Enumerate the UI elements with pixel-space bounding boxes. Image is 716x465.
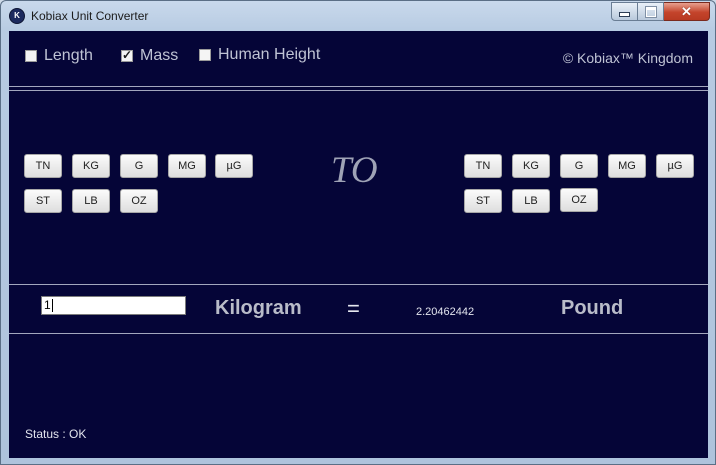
close-icon: ✕ (681, 4, 692, 19)
converter-panel: Length Mass Human Height © Kobiax™ Kingd… (9, 31, 708, 458)
from-unit-g-button[interactable]: G (120, 154, 158, 178)
divider (9, 333, 708, 334)
mass-checkbox-box[interactable] (121, 48, 133, 62)
copyright-text: © Kobiax™ Kingdom (562, 50, 693, 66)
minimize-icon (619, 12, 630, 17)
from-unit-mg-button[interactable]: MG (168, 154, 206, 178)
to-unit-tn-button[interactable]: TN (464, 154, 502, 178)
from-unit-st-button[interactable]: ST (24, 189, 62, 213)
app-window: K Kobiax Unit Converter ✕ Length Mass Hu… (0, 0, 716, 465)
value-input[interactable]: 1 (41, 296, 186, 315)
to-unit-mg-button[interactable]: MG (608, 154, 646, 178)
to-unit-oz-button[interactable]: OZ (560, 188, 598, 212)
mass-checkbox-label: Mass (140, 47, 179, 64)
from-unit-label: Kilogram (215, 297, 302, 319)
window-title: Kobiax Unit Converter (31, 9, 149, 23)
from-unit-tn-button[interactable]: TN (24, 154, 62, 178)
human-height-checkbox-label: Human Height (218, 46, 321, 63)
title-bar[interactable]: K Kobiax Unit Converter ✕ (1, 1, 715, 31)
from-unit-kg-button[interactable]: KG (72, 154, 110, 178)
from-unit-oz-button[interactable]: OZ (120, 189, 158, 213)
close-button[interactable]: ✕ (664, 2, 710, 21)
to-unit-label: Pound (561, 297, 624, 319)
to-unit-g-button[interactable]: G (560, 154, 598, 178)
human-height-checkbox-box[interactable] (199, 49, 211, 61)
maximize-button[interactable] (638, 2, 664, 21)
to-label: TO (331, 150, 378, 191)
mass-checkbox[interactable]: Mass (121, 47, 178, 65)
to-unit-kg-button[interactable]: KG (512, 154, 550, 178)
to-unit-st-button[interactable]: ST (464, 189, 502, 213)
human-height-checkbox[interactable]: Human Height (199, 46, 320, 64)
maximize-icon (645, 6, 656, 17)
to-unit-lb-button[interactable]: LB (512, 189, 550, 213)
kobiax-logo-icon: K (9, 8, 25, 24)
divider (9, 86, 708, 87)
divider (9, 284, 708, 285)
from-unit-ug-button[interactable]: µG (215, 154, 253, 178)
length-checkbox-label: Length (44, 47, 93, 64)
status-text: Status : OK (25, 427, 87, 441)
length-checkbox[interactable]: Length (25, 47, 93, 65)
divider (9, 90, 708, 91)
minimize-button[interactable] (611, 2, 638, 21)
result-value: 2.20462442 (416, 306, 475, 318)
window-controls: ✕ (611, 2, 710, 21)
to-unit-ug-button[interactable]: µG (656, 154, 694, 178)
category-bar: Length Mass Human Height © Kobiax™ Kingd… (9, 31, 708, 87)
length-checkbox-box[interactable] (25, 50, 37, 62)
from-unit-lb-button[interactable]: LB (72, 189, 110, 213)
equals-sign: = (347, 296, 360, 321)
